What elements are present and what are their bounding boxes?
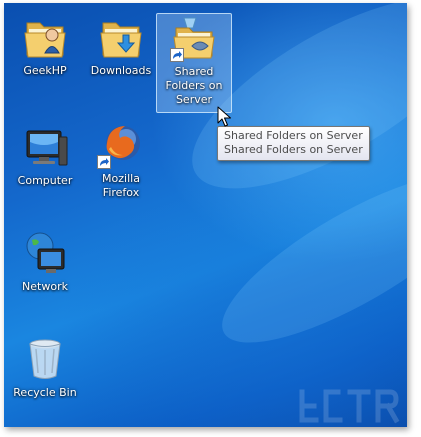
tooltip-line: Shared Folders on Server [224,143,363,156]
icon-label: Mozilla Firefox [102,172,140,199]
desktop-icon-geekhp[interactable]: GeekHP [8,13,82,78]
network-icon [21,229,69,277]
desktop-icon-computer[interactable]: Computer [8,123,82,188]
tooltip-line: Shared Folders on Server [224,129,363,142]
screenshot-frame: GeekHP Downloads Shared Folders on Serve… [0,0,421,437]
shared-folder-shortcut-icon [170,14,218,62]
icon-label: GeekHP [23,64,67,77]
icon-label: Downloads [90,64,152,77]
icon-label: Shared Folders on Server [165,65,223,106]
desktop-icon-firefox[interactable]: Mozilla Firefox [84,121,158,200]
recycle-bin-icon [21,335,69,383]
tooltip: Shared Folders on Server Shared Folders … [217,126,370,161]
mouse-cursor-icon [217,106,231,127]
shortcut-arrow-icon [97,155,111,169]
desktop[interactable]: GeekHP Downloads Shared Folders on Serve… [4,3,407,427]
icon-label: Network [22,280,68,293]
user-folder-icon [21,13,69,61]
firefox-shortcut-icon [97,121,145,169]
watermark-logo-icon [299,389,400,424]
desktop-icon-recycle-bin[interactable]: Recycle Bin [8,335,82,400]
icon-label: Recycle Bin [13,386,77,399]
computer-icon [21,123,69,171]
shortcut-arrow-icon [170,48,184,62]
downloads-folder-icon [97,13,145,61]
desktop-icon-network[interactable]: Network [8,229,82,294]
desktop-icon-downloads[interactable]: Downloads [84,13,158,78]
desktop-icon-shared-folders[interactable]: Shared Folders on Server [156,13,232,113]
icon-label: Computer [17,174,73,187]
